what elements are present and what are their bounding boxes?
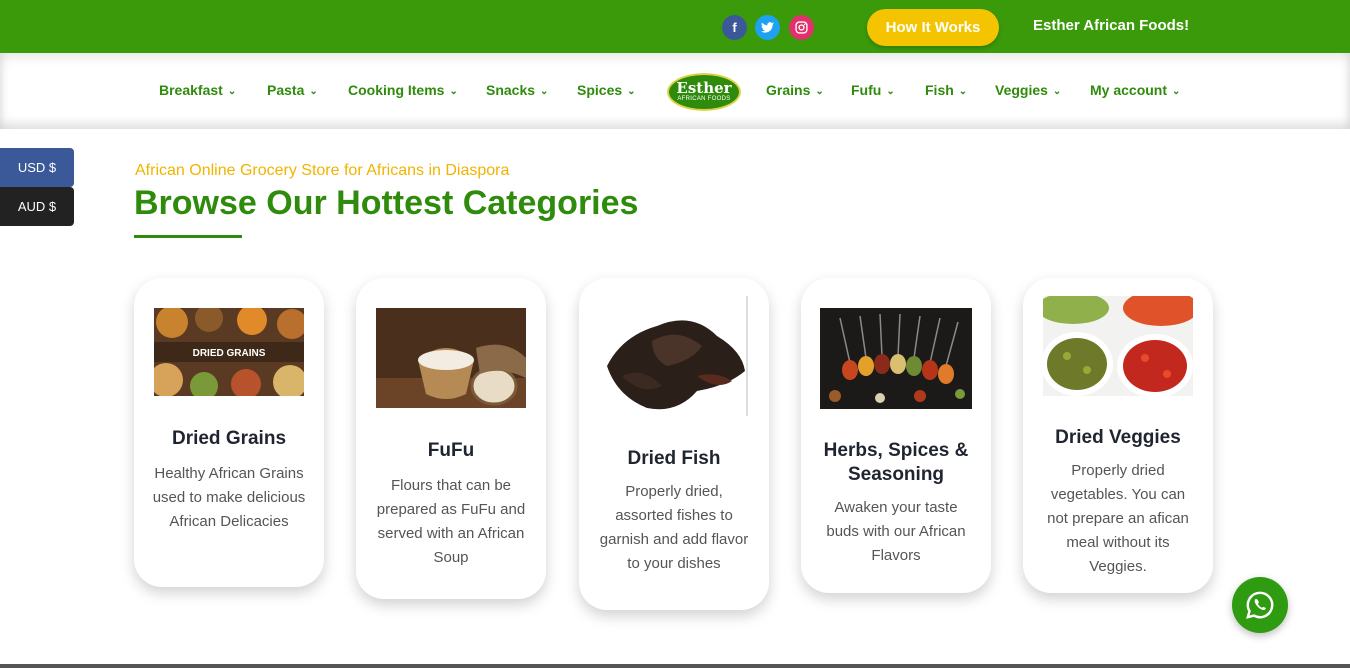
category-image [597,296,749,416]
category-card-herbs-spices[interactable]: Herbs, Spices & Seasoning Awaken your ta… [801,278,991,593]
nav-label: Pasta [267,82,305,98]
chevron-down-icon: ⌄ [540,86,549,97]
main-nav: Breakfast ⌄ Pasta ⌄ Cooking Items ⌄ Snacks ⌄… [0,53,1350,129]
whatsapp-icon [1246,591,1274,619]
card-title: Herbs, Spices & Seasoning [823,440,969,485]
nav-label: Breakfast [159,82,223,98]
currency-usd-button[interactable]: USD $ [0,148,74,187]
card-title: Dried Veggies [1055,427,1181,448]
card-title: Dried Grains [171,428,287,449]
nav-label: Spices [577,82,623,98]
chevron-down-icon: ⌄ [309,86,318,97]
how-it-works-button[interactable]: How It Works [867,9,999,46]
nav-spices[interactable]: Spices ⌄ [577,82,636,98]
category-card-dried-grains[interactable]: DRIED GRAINS Dried Grains Healthy Africa… [134,278,324,587]
card-description: Healthy African Grains used to make deli… [152,465,306,530]
nav-fufu[interactable]: Fufu ⌄ [851,82,895,98]
chevron-down-icon: ⌄ [886,86,895,97]
facebook-icon[interactable]: f [722,15,747,40]
nav-fish[interactable]: Fish ⌄ [925,82,967,98]
card-title: FuFu [427,440,475,461]
logo-text: Esther [676,79,732,97]
nav-grains[interactable]: Grains ⌄ [766,82,824,98]
chevron-down-icon: ⌄ [227,86,237,97]
card-description: Awaken your taste buds with our African … [826,499,966,564]
nav-label: Fufu [851,82,882,98]
whatsapp-chat-button[interactable] [1232,577,1288,633]
category-card-dried-veggies[interactable]: Dried Veggies Properly dried vegetables.… [1023,278,1213,593]
nav-label: Veggies [995,82,1048,98]
image-label: DRIED GRAINS [193,348,266,359]
chevron-down-icon: ⌄ [815,86,824,97]
category-image [820,308,972,409]
category-card-fufu[interactable]: FuFu Flours that can be prepared as FuFu… [356,278,546,599]
brand-name: Esther African Foods! [1033,17,1190,34]
nav-veggies[interactable]: Veggies ⌄ [995,82,1061,98]
nav-label: Snacks [486,82,536,98]
nav-pasta[interactable]: Pasta ⌄ [267,82,318,98]
currency-aud-button[interactable]: AUD $ [0,187,74,226]
nav-breakfast[interactable]: Breakfast ⌄ [159,82,236,98]
nav-label: My account [1090,82,1168,98]
card-description: Properly dried, assorted fishes to garni… [599,483,749,572]
category-image [1043,296,1193,396]
category-card-dried-fish[interactable]: Dried Fish Properly dried, assorted fish… [579,278,769,610]
chevron-down-icon: ⌄ [627,86,636,97]
nav-label: Fish [925,82,954,98]
card-description: Flours that can be prepared as FuFu and … [376,477,526,566]
instagram-icon[interactable] [789,15,814,40]
chevron-down-icon: ⌄ [958,86,968,97]
logo-subtext: AFRICAN FOODS [677,96,731,102]
chevron-down-icon: ⌄ [1172,86,1181,97]
nav-label: Grains [766,82,811,98]
nav-my-account[interactable]: My account ⌄ [1090,82,1180,98]
chevron-down-icon: ⌄ [1052,86,1062,97]
card-title: Dried Fish [627,448,721,469]
section-eyebrow: African Online Grocery Store for African… [135,162,510,179]
site-logo[interactable]: Esther AFRICAN FOODS [667,73,741,111]
nav-label: Cooking Items [348,82,445,98]
title-underline [134,235,242,238]
nav-snacks[interactable]: Snacks ⌄ [486,82,548,98]
category-image [376,308,526,408]
bottom-divider [0,664,1350,668]
section-title: Browse Our Hottest Categories [134,184,639,222]
card-description: Properly dried vegetables. You can not p… [1047,462,1189,575]
top-bar: f How It Works Esther African Foods! [0,0,1350,53]
nav-cooking-items[interactable]: Cooking Items ⌄ [348,82,458,98]
chevron-down-icon: ⌄ [449,86,458,97]
category-image: DRIED GRAINS [154,308,304,396]
twitter-icon[interactable] [755,15,780,40]
